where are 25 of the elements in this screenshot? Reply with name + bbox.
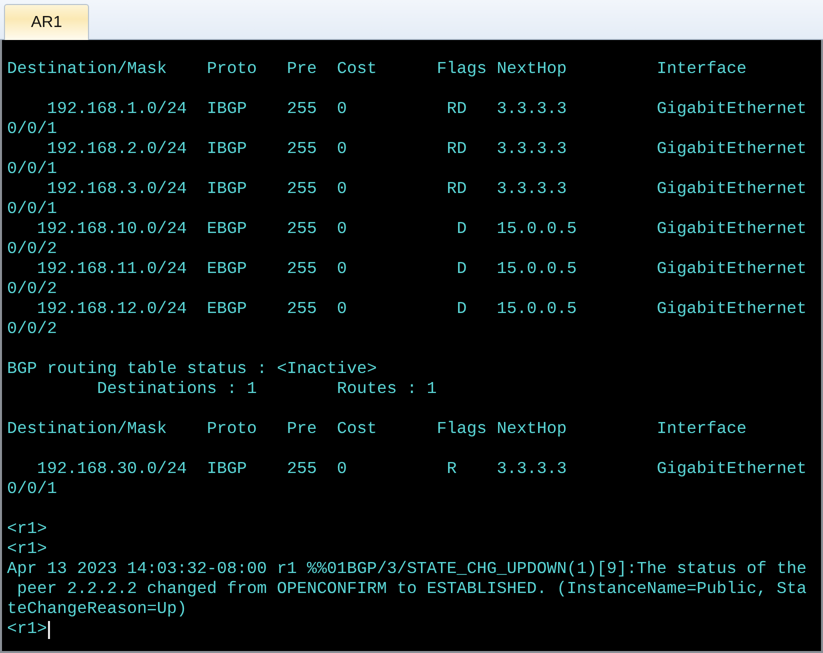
terminal-line: 192.168.3.0/24 IBGP 255 0 RD 3.3.3.3 GigabitEthernet <box>46 180 807 200</box>
terminal-line: Destinations : 1 Routes : 1 <box>96 380 437 400</box>
terminal-line: 192.168.30.0/24 IBGP 255 0 R 3.3.3.3 GigabitEthernet <box>36 460 807 480</box>
terminal-line: 192.168.2.0/24 IBGP 255 0 RD 3.3.3.3 GigabitEthernet <box>46 140 807 160</box>
terminal-line: 0/0/2 <box>7 280 57 300</box>
terminal-line: 192.168.1.0/24 IBGP 255 0 RD 3.3.3.3 GigabitEthernet <box>46 100 807 120</box>
terminal-line: <r1> <box>7 620 47 640</box>
terminal-line: BGP routing table status : <Inactive> <box>7 360 377 380</box>
terminal-line: 0/0/1 <box>7 160 57 180</box>
terminal-line: teChangeReason=Up) <box>7 600 187 620</box>
terminal-line: 0/0/2 <box>7 240 57 260</box>
terminal-line: 192.168.12.0/24 EBGP 255 0 D 15.0.0.5 GigabitEthernet <box>36 300 807 320</box>
terminal-line: 0/0/1 <box>7 120 57 140</box>
terminal-line: 0/0/1 <box>7 200 57 220</box>
terminal-line: <r1> <box>7 540 47 560</box>
terminal-line: Destination/Mask Proto Pre Cost Flags NextHop Interface <box>7 420 747 440</box>
terminal-line: 0/0/2 <box>7 320 57 340</box>
terminal-line: Apr 13 2023 14:03:32-08:00 r1 %%01BGP/3/STATE_CHG_UPDOWN(1)[9]:The status of the <box>7 560 807 580</box>
terminal-line: Destination/Mask Proto Pre Cost Flags NextHop Interface <box>7 60 747 80</box>
terminal-line: <r1> <box>7 520 47 540</box>
terminal-line: 0/0/1 <box>7 480 57 500</box>
terminal-line: peer 2.2.2.2 changed from OPENCONFIRM to ESTABLISHED. (InstanceName=Public, Sta <box>16 580 807 600</box>
tab[interactable]: AR1 <box>4 4 90 40</box>
terminal-line: 192.168.11.0/24 EBGP 255 0 D 15.0.0.5 GigabitEthernet <box>36 260 807 280</box>
terminal-line: 192.168.10.0/24 EBGP 255 0 D 15.0.0.5 GigabitEthernet <box>36 220 807 240</box>
